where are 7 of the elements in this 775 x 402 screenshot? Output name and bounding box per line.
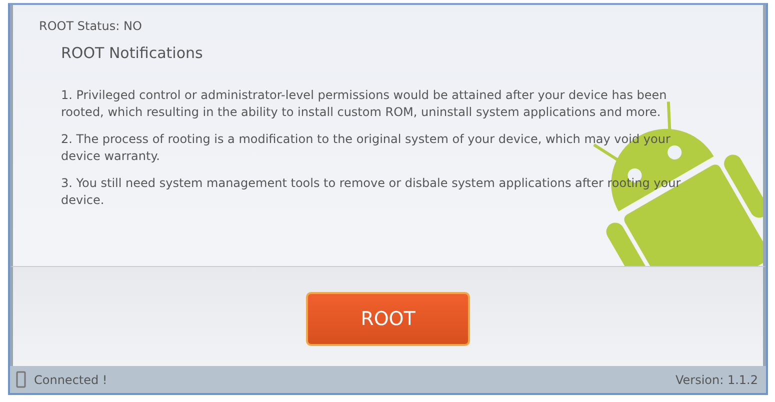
phone-icon bbox=[16, 371, 26, 388]
connection-status: Connected ! bbox=[34, 372, 108, 386]
notification-text: 1. Privileged control or administrator-level permissions would be attained after your device has been rooted, which resulting in the ability to install custom ROM, uninstall system applications and more. bbox=[61, 87, 668, 121]
root-status: ROOT Status: NO bbox=[39, 19, 143, 33]
version-label: Version: 1.1.2 bbox=[675, 372, 758, 386]
root-button[interactable]: ROOT bbox=[306, 292, 470, 346]
notifications-title: ROOT Notifications bbox=[61, 44, 204, 62]
